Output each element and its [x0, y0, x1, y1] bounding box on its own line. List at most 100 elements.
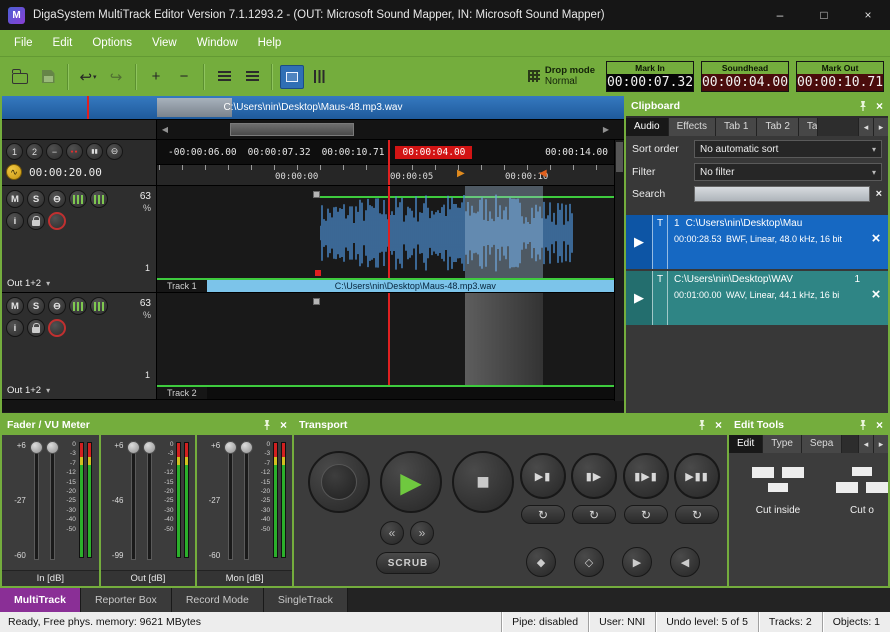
layout-1-button[interactable]: 1 [6, 143, 23, 160]
mute-button[interactable]: M [6, 190, 24, 208]
shrink-button[interactable]: ⊖ [48, 190, 66, 208]
envelope-handle[interactable] [313, 191, 320, 198]
track-2-waveform-canvas[interactable] [157, 293, 624, 385]
tab-separate[interactable]: Sepa [802, 435, 842, 453]
redo-button[interactable]: ↪ [104, 65, 128, 89]
close-panel-icon[interactable]: × [876, 419, 883, 431]
tab-multitrack[interactable]: MultiTrack [0, 588, 81, 612]
output-selector[interactable]: Out 1+2 ▾ [7, 278, 50, 289]
tab-edit[interactable]: Edit [729, 435, 763, 453]
rewind-button[interactable]: « [380, 521, 404, 545]
fader-knob[interactable] [143, 441, 156, 454]
save-button[interactable] [36, 65, 60, 89]
play-selection-button[interactable]: ▮▶▮ [623, 453, 669, 499]
tabs-scroll-right-icon[interactable]: ▸ [873, 435, 888, 453]
info-button[interactable]: i [6, 319, 24, 337]
close-panel-icon[interactable]: × [876, 100, 883, 112]
entry-play-button[interactable]: ▶ [626, 271, 652, 325]
track-gain-value[interactable]: 63 [140, 191, 151, 203]
play-from-cursor-button[interactable]: ▮▶ [571, 453, 617, 499]
fader-slider[interactable] [240, 439, 253, 570]
pause-button[interactable]: ▮▮ [86, 143, 103, 160]
play-button[interactable]: ▶ [380, 451, 442, 513]
play-to-cursor-button[interactable]: ▶▮ [520, 453, 566, 499]
tab-1[interactable]: Tab 1 [716, 118, 757, 136]
pin-icon[interactable] [696, 419, 708, 431]
entry-play-button[interactable]: ▶ [626, 215, 652, 269]
fader-slider[interactable] [30, 439, 43, 570]
fader-slider[interactable] [143, 439, 156, 570]
menu-help[interactable]: Help [248, 30, 292, 56]
scroll-right-arrow-icon[interactable]: ▶ [598, 120, 614, 139]
record-button[interactable] [308, 451, 370, 513]
mark-out-marker-icon[interactable]: ◀ [539, 169, 547, 179]
marked-selection-region[interactable] [465, 186, 543, 278]
cut-inside-button[interactable]: Cut inside [743, 467, 813, 586]
vertical-scrollbar-thumb[interactable] [616, 142, 623, 172]
ruler-playhead[interactable] [388, 140, 390, 185]
tab-2[interactable]: Tab 2 [757, 118, 798, 136]
pin-icon[interactable] [261, 419, 273, 431]
fader-slider[interactable] [127, 439, 140, 570]
fader-slider[interactable] [46, 439, 59, 570]
search-input[interactable] [694, 186, 870, 202]
cut-outside-button[interactable]: Cut o [827, 467, 888, 586]
solo-button[interactable]: S [27, 297, 45, 315]
loop-button-1[interactable]: ↻ [521, 505, 565, 524]
track-name[interactable]: Track 1 [157, 280, 207, 292]
remove-object-button[interactable]: − [172, 65, 196, 89]
lock-button[interactable] [27, 319, 45, 337]
fader-knob[interactable] [240, 441, 253, 454]
play-preroll-button[interactable]: ▶▮▮ [674, 453, 720, 499]
eq-button[interactable] [69, 190, 87, 208]
filter-select[interactable]: No filter ▾ [694, 163, 882, 181]
menu-options[interactable]: Options [82, 30, 142, 56]
record-pair-button[interactable]: ●● [66, 143, 83, 160]
ruler-scale[interactable]: 00:00:00 00:00:05 00:00:10 ▶ ◀ [157, 164, 624, 185]
menu-file[interactable]: File [4, 30, 43, 56]
maximize-button[interactable]: □ [802, 0, 846, 30]
scrub-button[interactable]: SCRUB [376, 552, 440, 574]
horizontal-scrollbar-thumb[interactable] [230, 123, 354, 136]
menu-edit[interactable]: Edit [43, 30, 83, 56]
mark-in-marker-icon[interactable]: ▶ [457, 169, 465, 179]
tab-singletrack[interactable]: SingleTrack [264, 588, 348, 612]
meter-button[interactable] [90, 297, 108, 315]
mute-button[interactable]: M [6, 297, 24, 315]
lock-button[interactable] [27, 212, 45, 230]
clipboard-entry[interactable]: ▶ T 1 C:\Users\nin\Desktop\Mau 00:00:28.… [626, 215, 888, 269]
meter-button[interactable] [90, 190, 108, 208]
fader-knob[interactable] [30, 441, 43, 454]
insert-track-button[interactable] [212, 65, 236, 89]
horizontal-scrollbar[interactable]: ◀ ▶ [157, 120, 624, 139]
record-arm-button[interactable] [48, 319, 66, 337]
tab-partial[interactable]: Ta [799, 118, 819, 136]
undo-history-caret[interactable]: ▾ [93, 73, 97, 81]
tabs-scroll-left-icon[interactable]: ◂ [858, 435, 873, 453]
layout-2-button[interactable]: 2 [26, 143, 43, 160]
tab-effects[interactable]: Effects [669, 118, 716, 136]
collapse-button[interactable]: − [46, 143, 63, 160]
fader-knob[interactable] [127, 441, 140, 454]
fader-knob[interactable] [46, 441, 59, 454]
delete-marker-button[interactable]: ◇ [574, 547, 604, 577]
envelope-handle[interactable] [313, 298, 320, 305]
timeline-ruler[interactable]: -00:00:06.00 00:00:07.32 00:00:10.71 00:… [157, 140, 624, 185]
forward-button[interactable]: » [410, 521, 434, 545]
next-marker-button[interactable]: ▶ [622, 547, 652, 577]
clear-search-icon[interactable]: × [876, 188, 882, 200]
loop-button-3[interactable]: ↻ [624, 505, 668, 524]
track-1-waveform-canvas[interactable] [157, 186, 624, 278]
monitor-toggle-button[interactable] [280, 65, 304, 89]
vertical-scrollbar[interactable] [614, 140, 624, 401]
add-object-button[interactable]: + [144, 65, 168, 89]
pin-icon[interactable] [857, 419, 869, 431]
menu-view[interactable]: View [142, 30, 187, 56]
zoom-out-button[interactable]: ⊖ [106, 143, 123, 160]
menu-window[interactable]: Window [187, 30, 248, 56]
close-panel-icon[interactable]: × [715, 419, 722, 431]
clip-start-marker[interactable] [315, 270, 321, 276]
entry-remove-button[interactable]: × [864, 271, 888, 325]
clipboard-entry[interactable]: ▶ T C:\Users\nin\Desktop\WAV 1 00:01:00.… [626, 271, 888, 325]
shrink-button[interactable]: ⊖ [48, 297, 66, 315]
